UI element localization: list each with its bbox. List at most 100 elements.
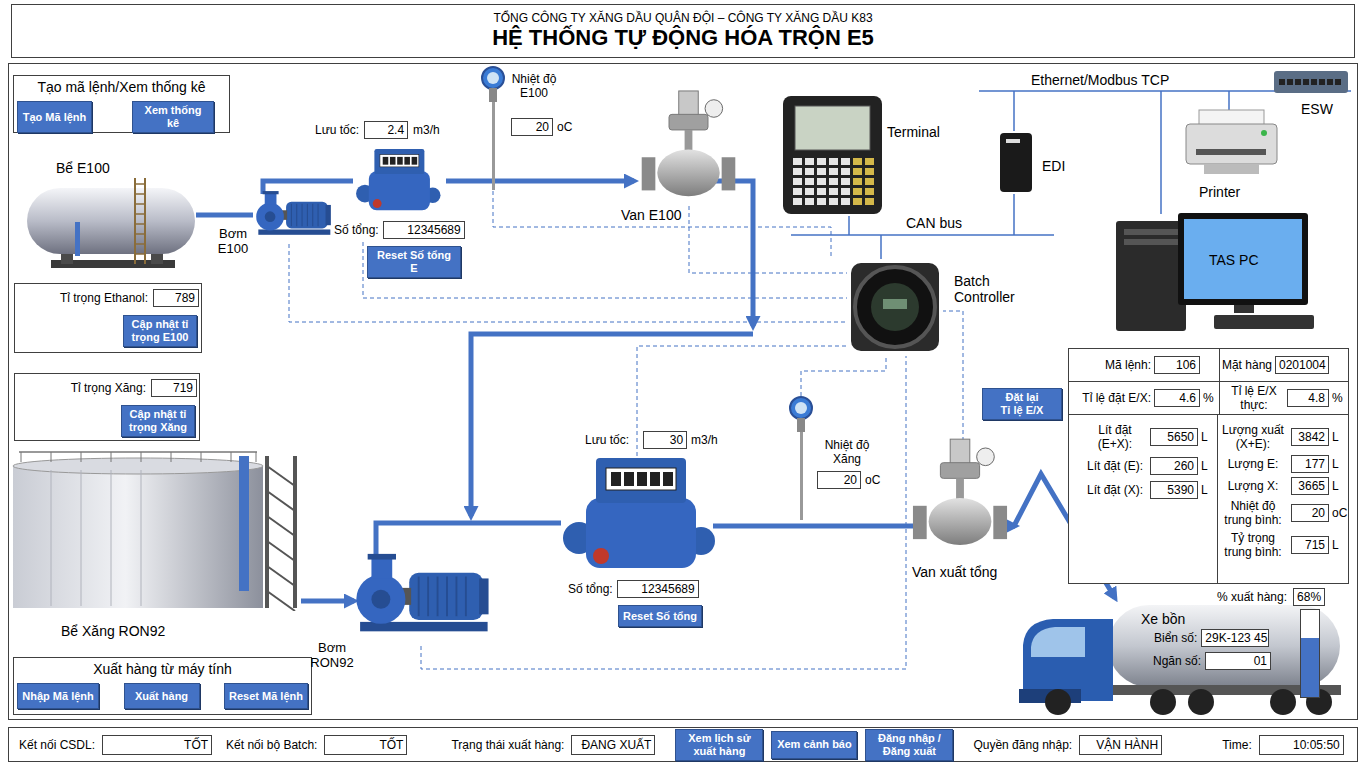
order-panel-button[interactable]: Xem thống kê (132, 101, 214, 133)
delivered-field-value: 3665 (1291, 477, 1329, 495)
order-info-field: Tỉ lệ đặt E/X:4.6% (1082, 389, 1217, 407)
gasoline-temperature-row: 20oC (817, 471, 880, 489)
order-info-field: Mặt hàng0201004 (1222, 356, 1346, 374)
order-panel: Tạo mã lệnh/Xem thống kêTạo Mã lệnhXem t… (13, 75, 230, 133)
delivered-field: Tỷ trọng trung bình:715L (1218, 531, 1346, 559)
delivered-field-value: 20 (1291, 504, 1329, 522)
ethernet-switch-icon (1273, 67, 1349, 97)
gasoline-temperature-sensor-icon (784, 396, 819, 521)
reset-gasoline-total-button[interactable]: Reset Số tổng (618, 605, 702, 627)
set-volume-field-value: 5390 (1150, 481, 1198, 499)
e100-pump-label: Bơm E100 (213, 226, 253, 256)
export-panel-button[interactable]: Xuất hàng (124, 683, 200, 709)
compartment-row: Ngăn số:01 (1153, 652, 1271, 670)
e100-total-value: 12345689 (383, 221, 465, 239)
terminal-label: Terminal (887, 122, 940, 143)
delivered-field: Lượng xuất (X+E):3842L (1218, 423, 1346, 451)
switch-label: ESW (1301, 99, 1333, 120)
set-volume-field: Lít đặt (E):260L (1069, 457, 1215, 475)
delivered-field-value: 715 (1291, 536, 1329, 554)
ethernet-label: Ethernet/Modbus TCP (1031, 72, 1169, 88)
export-panel-button[interactable]: Reset Mã lệnh (224, 683, 308, 709)
status-value: TỐT (102, 735, 212, 755)
hmi-screen: TỔNG CÔNG TY XĂNG DẦU QUÂN ĐỘI – CÔNG TY… (0, 0, 1366, 768)
role-value: VẬN HÀNH (1079, 735, 1162, 755)
e100-valve-icon (636, 89, 741, 206)
status-field: Trạng thái xuất hàng:ĐANG XUẤT (451, 735, 655, 755)
set-volume-field-value: 5650 (1150, 428, 1198, 446)
progress-bar (1300, 609, 1320, 698)
truck-label: Xe bồn (1141, 611, 1185, 627)
export-panel: Xuất hàng từ máy tínhNhập Mã lệnhXuất hà… (13, 657, 312, 715)
set-volume-field: Lít đặt (X):5390L (1069, 481, 1215, 499)
edi-icon (998, 131, 1034, 194)
status-field: Kết nối bộ Batch:TỐT (226, 735, 407, 755)
export-panel-button[interactable]: Nhập Mã lệnh (17, 683, 99, 709)
order-info-field-value: 106 (1154, 356, 1200, 374)
e100-flow-value: 2.4 (364, 121, 408, 139)
main-valve-icon (911, 436, 1009, 556)
delivered-field-value: 177 (1291, 455, 1329, 473)
ron92-pump-icon (349, 552, 494, 637)
e100-temperature-sensor-icon (476, 66, 511, 191)
can-bus-label: CAN bus (906, 215, 962, 231)
e100-temperature-row: 20oC (511, 118, 572, 136)
e100-tank-icon (23, 176, 198, 276)
order-panel-button[interactable]: Tạo Mã lệnh (17, 101, 92, 133)
e100-meter-icon (353, 148, 443, 213)
reset-e100-total-button[interactable]: Reset Số tổng E (367, 246, 461, 278)
system-title: HỆ THỐNG TỰ ĐỘNG HÓA TRỘN E5 (492, 25, 874, 51)
e100-pump-icon (253, 186, 333, 242)
ron92-pump-label: Bơm RON92 (309, 640, 355, 670)
tas-pc-icon (1116, 213, 1316, 331)
delivered-field: Lượng E:177L (1218, 455, 1346, 473)
set-volume-field-value: 260 (1150, 457, 1198, 475)
density-panel: Tỉ trọng Ethanol:789Cập nhật tỉ trọng E1… (14, 283, 202, 353)
gasoline-total-row: Số tổng:12345689 (568, 580, 699, 598)
status-bar-button[interactable]: Xem lịch sử xuất hàng (675, 729, 763, 761)
order-info-row: Tỉ lệ đặt E/X:4.6% Tỉ lệ E/X thực:4.8% (1069, 382, 1348, 415)
terminal-icon (781, 94, 884, 216)
gasoline-total-value: 12345689 (617, 580, 699, 598)
delivered-field: Nhiệt độ trung bình:20oC (1218, 499, 1346, 527)
batch-controller-icon (847, 259, 943, 356)
update-density-button[interactable]: Cập nhật tỉ trọng E100 (123, 315, 197, 347)
order-info-field: Mã lệnh:106 (1105, 356, 1217, 374)
gasoline-flow-value: 30 (643, 431, 687, 449)
order-info-row: Mã lệnh:106 Mặt hàng0201004 (1069, 349, 1348, 382)
status-bar: Kết nối CSDL:TỐTKết nối bộ Batch:TỐTTrạn… (8, 727, 1358, 762)
role-field: Quyền đăng nhập:VẬN HÀNH (973, 735, 1162, 755)
delivered-field: Lượng X:3665L (1218, 477, 1346, 495)
printer-label: Printer (1199, 182, 1240, 203)
status-bar-button[interactable]: Xem cảnh báo (771, 731, 857, 759)
density-panel: Tỉ trọng Xăng:719Cập nhật tỉ trọng Xăng (14, 373, 200, 441)
order-info-table: Mã lệnh:106 Mặt hàng0201004 Tỉ lệ đặt E/X:… (1068, 348, 1349, 584)
update-density-button[interactable]: Cập nhật tỉ trọng Xăng (121, 405, 195, 437)
title-header: TỔNG CÔNG TY XĂNG DẦU QUÂN ĐỘI – CÔNG TY… (11, 4, 1355, 58)
time-value: 10:05:50 (1259, 735, 1344, 755)
plate-value: 29K-123 45 (1201, 629, 1269, 647)
process-canvas: Tạo mã lệnh/Xem thống kêTạo Mã lệnhXem t… (8, 63, 1358, 720)
progress-row: % xuất hàng:68% (1217, 588, 1325, 606)
progress-fill (1301, 638, 1319, 697)
status-bar-button[interactable]: Đăng nhập /Đăng xuất (865, 729, 953, 761)
edi-label: EDI (1042, 156, 1065, 177)
compartment-value: 01 (1205, 652, 1271, 670)
batch-controller-label: Batch Controller (954, 273, 1034, 305)
reset-ratio-button[interactable]: Đặt lạiTỉ lệ E/X (982, 388, 1062, 420)
status-value: TỐT (324, 735, 407, 755)
ron92-tank-icon (11, 446, 301, 611)
gasoline-flow-row: Lưu tốc:30m3/h (585, 431, 718, 449)
e100-valve-label: Van E100 (621, 207, 681, 223)
status-value: ĐANG XUẤT (571, 735, 655, 755)
order-info-field: Tỉ lệ E/X thực:4.8% (1224, 384, 1346, 412)
company-name: TỔNG CÔNG TY XĂNG DẦU QUÂN ĐỘI – CÔNG TY… (493, 11, 872, 25)
e100-tank-label: Bể E100 (56, 158, 110, 179)
density-value: 719 (151, 379, 197, 397)
order-info-field-value: 4.6 (1154, 389, 1200, 407)
set-volume-field: Lít đặt (E+X):5650L (1069, 423, 1215, 451)
e100-temperature-value: 20 (511, 118, 553, 136)
printer-icon (1184, 109, 1279, 179)
e100-flow-row: Lưu tốc:2.4m3/h (315, 121, 440, 139)
e100-total-row: Số tổng:12345689 (334, 221, 465, 239)
